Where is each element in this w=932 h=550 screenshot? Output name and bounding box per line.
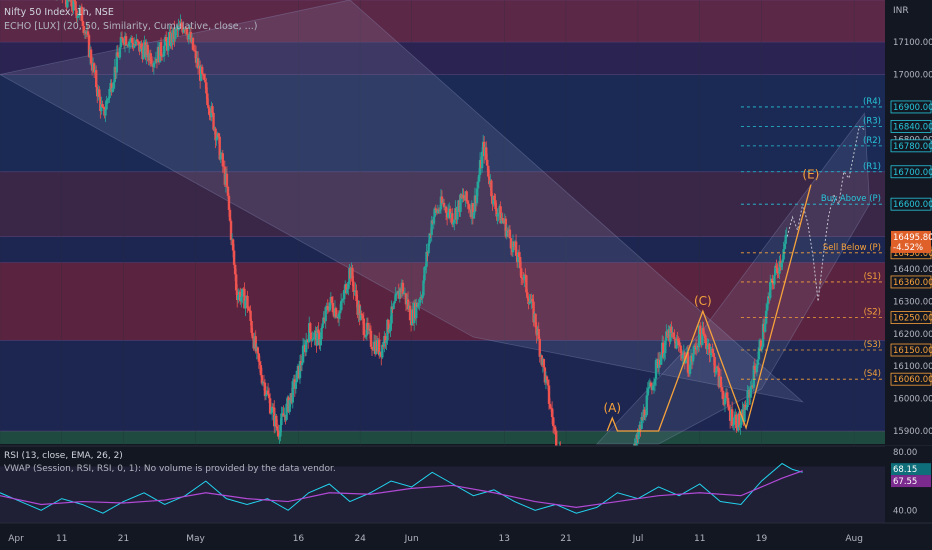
candle-body-117 xyxy=(119,37,123,48)
time-label-11: 19 xyxy=(756,534,768,544)
pivot-label-1: (R3) xyxy=(863,116,881,126)
pivot-label-4: Buy Above (P) xyxy=(821,194,881,204)
last-price-change: -4.52% xyxy=(893,243,923,253)
candle-body-495 xyxy=(508,229,512,239)
candle-body-301 xyxy=(309,323,312,333)
time-label-4: 16 xyxy=(293,534,305,544)
rsi-value-2: 67.55 xyxy=(893,477,917,487)
time-label-1: 11 xyxy=(56,534,67,544)
pivot-tag-2: 16780.00 xyxy=(893,142,932,152)
vwap-note: VWAP (Session, RSI, RSI, 0, 1): No volum… xyxy=(4,464,336,474)
pivot-tag-6: 16360.00 xyxy=(893,278,932,288)
candle-body-752 xyxy=(773,275,776,285)
time-label-7: 13 xyxy=(499,534,510,544)
zone-band-7 xyxy=(0,431,885,444)
candle-body-383 xyxy=(393,301,396,304)
pivot-tag-3: 16700.00 xyxy=(893,168,932,178)
price-tick-11: 16000.00 xyxy=(893,395,932,405)
price-tick-0: 17100.00 xyxy=(893,38,932,48)
wave-label-6: (E) xyxy=(802,168,819,182)
time-label-8: 21 xyxy=(560,534,571,544)
symbol-title[interactable]: Nifty 50 Index, 1h, NSE xyxy=(4,6,257,20)
tradingview-chart: (A) (C) (E) (R4) (R3) (R2) (R1) Buy Above (P) S… xyxy=(0,0,932,550)
price-tick-10: 16100.00 xyxy=(893,362,932,372)
rsi-legend: RSI (13, close, EMA, 26, 2) VWAP (Sessio… xyxy=(4,450,336,476)
legend: Nifty 50 Index, 1h, NSE ECHO [LUX] (20, … xyxy=(4,6,257,34)
candle-body-627 xyxy=(644,415,647,418)
pivot-label-9: (S4) xyxy=(864,369,881,379)
pivot-label-5: Sell Below (P) xyxy=(823,243,881,253)
pivot-label-6: (S1) xyxy=(864,272,881,282)
pivot-label-2: (R2) xyxy=(863,136,881,146)
last-price-label: 16495.80 xyxy=(893,233,932,243)
rsi-scale-40: 40.00 xyxy=(893,506,917,516)
rsi-scale-80: 80.00 xyxy=(893,448,917,458)
candle-body-163 xyxy=(167,37,170,51)
pivot-label-8: (S3) xyxy=(864,340,881,350)
time-axis: Apr 11 21 May 16 24 Jun 13 21 Jul 11 19 Aug xyxy=(0,522,932,550)
price-tick-9: 16200.00 xyxy=(893,330,932,340)
candle-body-755 xyxy=(776,267,779,274)
candle-body-250 xyxy=(256,347,259,354)
candle-body-102 xyxy=(104,109,107,116)
wave-label-1: (A) xyxy=(604,401,622,415)
pivot-tag-0: 16900.00 xyxy=(893,103,932,113)
rsi-title[interactable]: RSI (13, close, EMA, 26, 2) xyxy=(4,450,336,463)
time-axis-bg xyxy=(0,523,932,550)
wave-label-4: (C) xyxy=(694,294,712,308)
candle-body-116 xyxy=(118,47,122,58)
time-label-12: Aug xyxy=(845,534,863,544)
time-label-6: Jun xyxy=(404,534,419,544)
price-tick-12: 15900.00 xyxy=(893,427,932,437)
time-label-10: 11 xyxy=(694,534,705,544)
candle-body-453 xyxy=(465,191,468,202)
candle-body-528 xyxy=(542,359,546,368)
pivot-label-3: (R1) xyxy=(863,162,881,172)
candle-body-235 xyxy=(241,288,244,297)
candle-body-294 xyxy=(301,345,305,363)
price-tick-7: 16400.00 xyxy=(893,265,932,275)
candle-body-227 xyxy=(232,250,236,265)
pivot-tag-4: 16600.00 xyxy=(893,200,932,210)
pivot-label-0: (R4) xyxy=(863,97,881,107)
pivot-tag-8: 16150.00 xyxy=(893,346,932,356)
rsi-value-1: 68.15 xyxy=(893,465,917,475)
candle-body-287 xyxy=(294,382,298,389)
time-label-0: Apr xyxy=(8,534,24,544)
candle-body-743 xyxy=(763,323,767,332)
pivot-label-7: (S2) xyxy=(864,308,881,318)
candle-body-531 xyxy=(545,376,549,381)
candle-body-206 xyxy=(211,106,214,114)
candle-body-506 xyxy=(520,268,523,278)
time-label-5: 24 xyxy=(354,534,366,544)
time-label-2: 21 xyxy=(118,534,129,544)
indicator-title[interactable]: ECHO [LUX] (20, 50, Similarity, Cumulati… xyxy=(4,20,257,34)
candle-body-312 xyxy=(320,328,323,340)
candle-body-156 xyxy=(159,42,163,56)
candle-body-473 xyxy=(486,159,489,166)
candle-body-106 xyxy=(108,88,111,99)
candle-body-220 xyxy=(225,173,229,187)
currency-label: INR xyxy=(893,6,909,16)
candle-body-196 xyxy=(201,66,204,74)
candle-body-761 xyxy=(782,249,785,260)
price-tick-8: 16300.00 xyxy=(893,297,932,307)
candle-body-655 xyxy=(673,337,676,339)
pivot-tag-9: 16060.00 xyxy=(893,375,932,385)
time-label-3: May xyxy=(186,534,205,544)
price-tick-1: 17000.00 xyxy=(893,71,932,81)
pivot-tag-7: 16250.00 xyxy=(893,314,932,324)
time-label-9: Jul xyxy=(632,534,644,544)
candle-body-715 xyxy=(735,414,738,429)
pivot-tag-1: 16840.00 xyxy=(893,122,932,132)
